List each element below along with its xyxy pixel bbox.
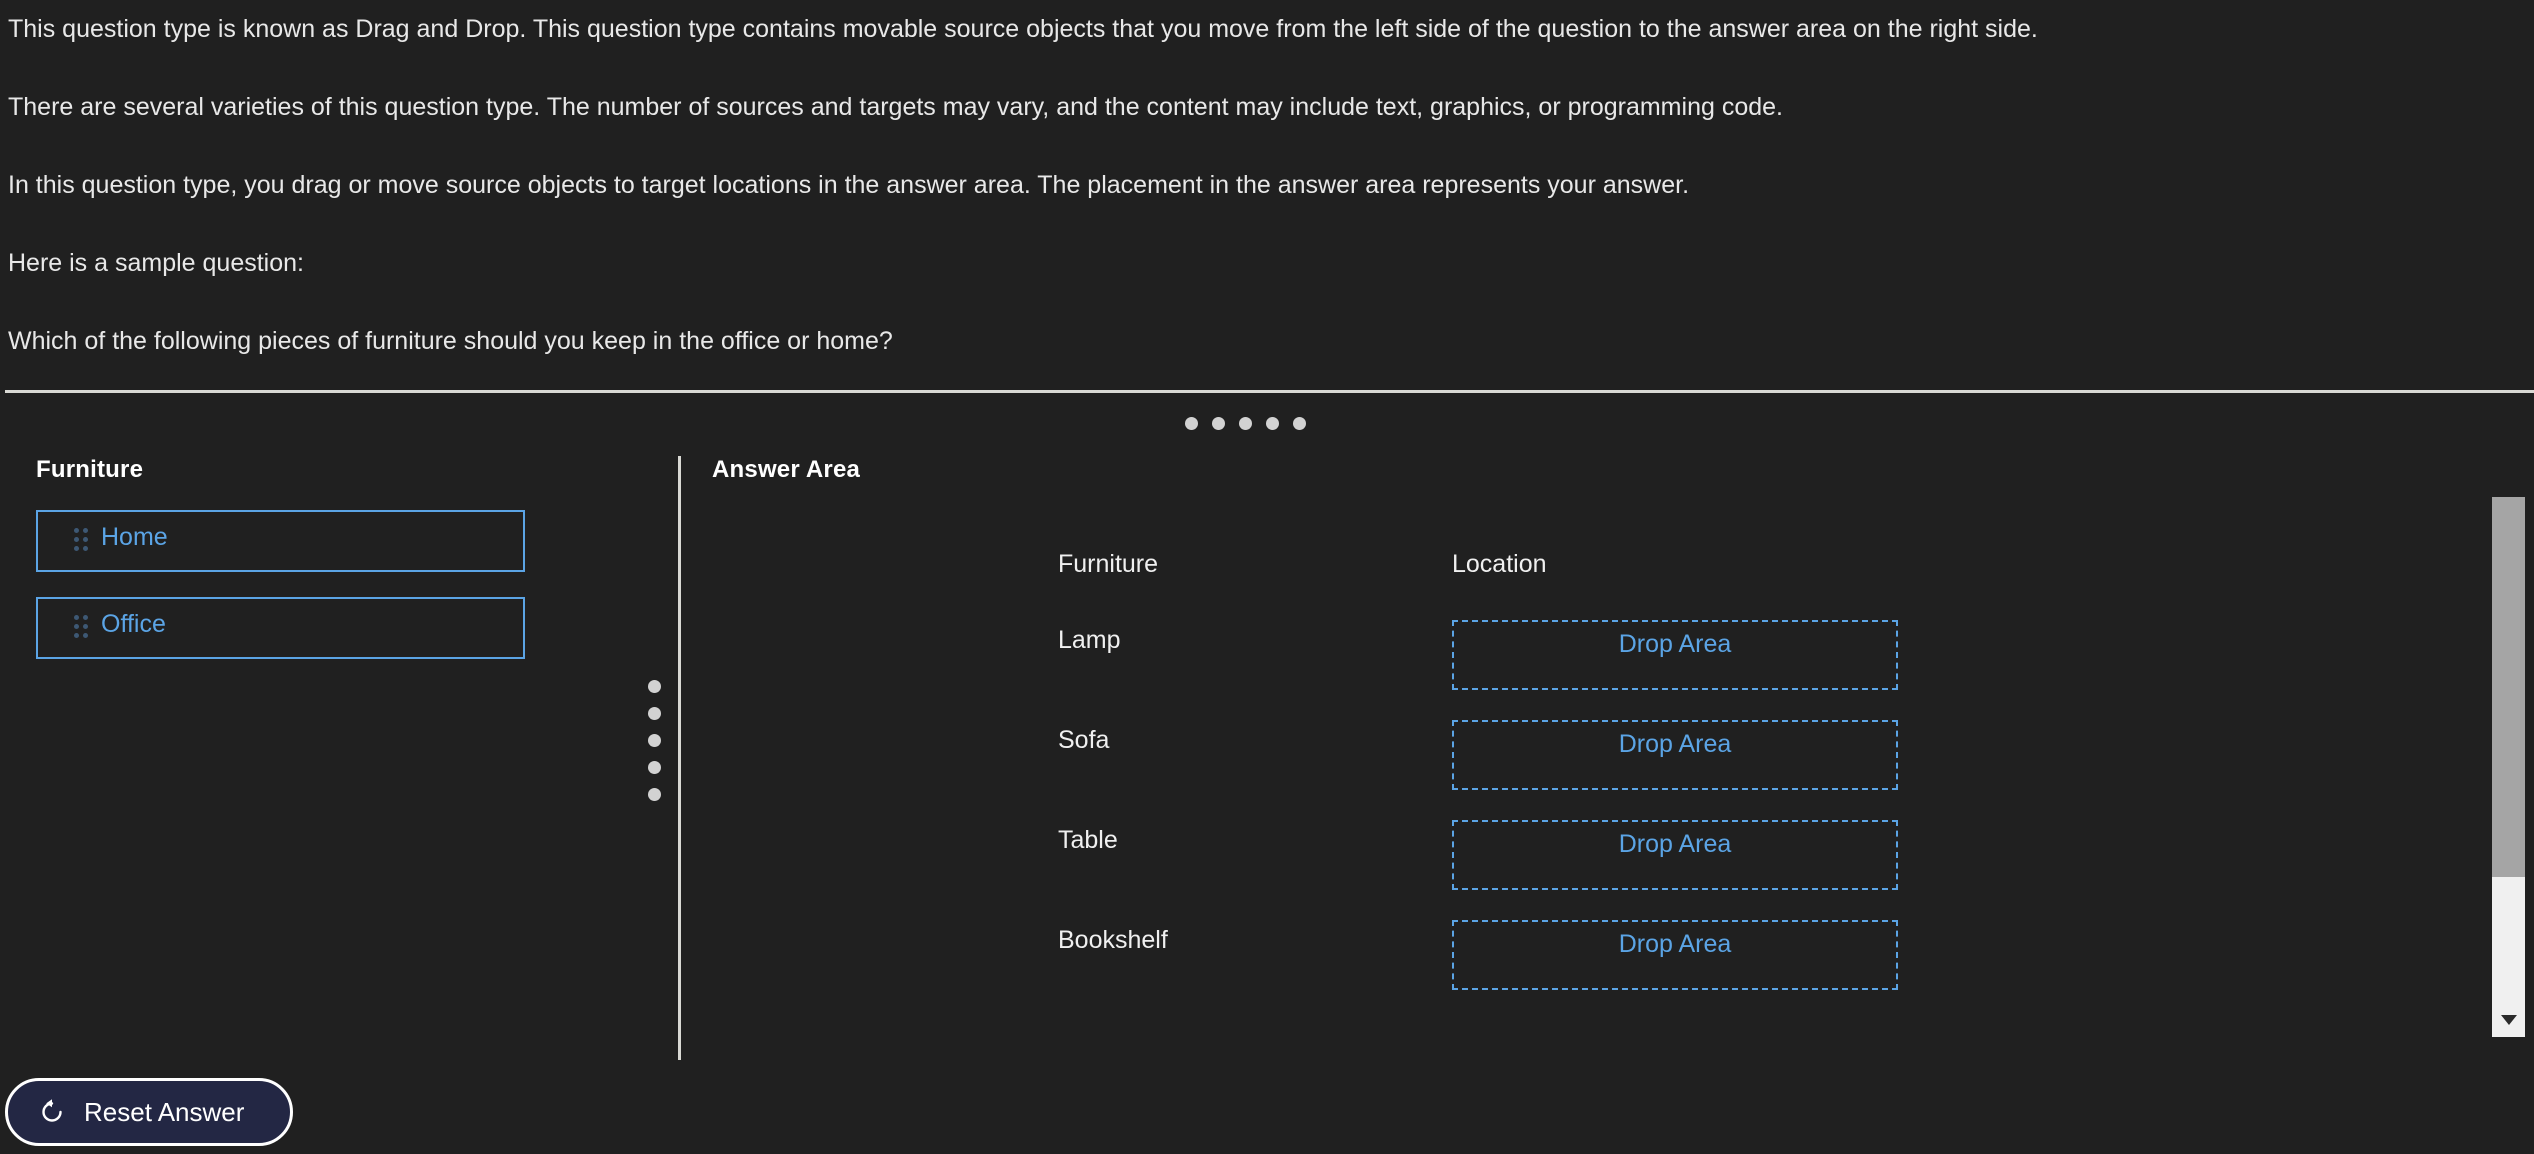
drop-area-label: Drop Area xyxy=(1618,930,1732,958)
vertical-scrollbar[interactable] xyxy=(2492,497,2525,1037)
row-label-bookshelf: Bookshelf xyxy=(1058,926,1168,954)
drag-handle-icon xyxy=(74,615,88,638)
drag-handle-icon xyxy=(74,528,88,551)
source-item-list: Home Office xyxy=(36,510,556,659)
reset-answer-button[interactable]: Reset Answer xyxy=(5,1078,293,1146)
horizontal-splitter-handle[interactable] xyxy=(1185,417,1306,430)
source-panel-title: Furniture xyxy=(36,456,144,483)
intro-paragraph-2: There are several varieties of this ques… xyxy=(8,93,1783,121)
drop-area-label: Drop Area xyxy=(1618,630,1732,658)
drop-area-label: Drop Area xyxy=(1618,830,1732,858)
vertical-divider xyxy=(678,456,681,1060)
table-row: Sofa Drop Area xyxy=(1058,720,2472,826)
intro-text-block: This question type is known as Drag and … xyxy=(8,0,2508,404)
vertical-splitter-handle[interactable] xyxy=(648,680,661,801)
drop-area-bookshelf[interactable]: Drop Area xyxy=(1452,920,1898,990)
chevron-down-icon xyxy=(2500,1014,2518,1026)
table-header-row: Furniture Location xyxy=(1058,550,2472,626)
source-item-office[interactable]: Office xyxy=(36,597,525,659)
reset-answer-label: Reset Answer xyxy=(84,1096,245,1127)
row-label-table: Table xyxy=(1058,826,1118,854)
source-panel: Furniture Home Office xyxy=(36,456,556,684)
grip-dot-icon xyxy=(648,761,661,774)
column-header-location: Location xyxy=(1452,550,1547,578)
row-label-sofa: Sofa xyxy=(1058,726,1110,754)
grip-dot-icon xyxy=(1239,417,1252,430)
drop-area-sofa[interactable]: Drop Area xyxy=(1452,720,1898,790)
source-item-label: Home xyxy=(101,523,168,551)
drop-area-label: Drop Area xyxy=(1618,730,1732,758)
scrollbar-thumb[interactable] xyxy=(2492,497,2525,877)
column-header-furniture: Furniture xyxy=(1058,550,1159,578)
sample-question-text: Which of the following pieces of furnitu… xyxy=(8,327,893,355)
grip-dot-icon xyxy=(648,707,661,720)
source-item-home[interactable]: Home xyxy=(36,510,525,572)
answer-table: Furniture Location Lamp Drop Area Sofa D… xyxy=(1058,550,2472,1026)
answer-area-title: Answer Area xyxy=(712,456,861,483)
table-row: Lamp Drop Area xyxy=(1058,620,2472,726)
intro-paragraph-4: Here is a sample question: xyxy=(8,249,304,277)
grip-dot-icon xyxy=(1212,417,1225,430)
drop-area-lamp[interactable]: Drop Area xyxy=(1452,620,1898,690)
grip-dot-icon xyxy=(648,788,661,801)
answer-area-panel: Answer Area Furniture Location Lamp Drop… xyxy=(712,456,2472,1026)
reset-arrow-icon xyxy=(36,1096,68,1128)
intro-paragraph-3: In this question type, you drag or move … xyxy=(8,171,1690,199)
grip-dot-icon xyxy=(1293,417,1306,430)
drop-area-table[interactable]: Drop Area xyxy=(1452,820,1898,890)
grip-dot-icon xyxy=(648,734,661,747)
grip-dot-icon xyxy=(1185,417,1198,430)
horizontal-divider xyxy=(5,390,2534,393)
table-row: Table Drop Area xyxy=(1058,820,2472,926)
scrollbar-arrow-down-button[interactable] xyxy=(2492,1003,2525,1037)
table-row: Bookshelf Drop Area xyxy=(1058,920,2472,1026)
intro-paragraph-1: This question type is known as Drag and … xyxy=(8,15,2038,43)
grip-dot-icon xyxy=(648,680,661,693)
source-item-label: Office xyxy=(101,610,166,638)
row-label-lamp: Lamp xyxy=(1058,626,1121,654)
grip-dot-icon xyxy=(1266,417,1279,430)
